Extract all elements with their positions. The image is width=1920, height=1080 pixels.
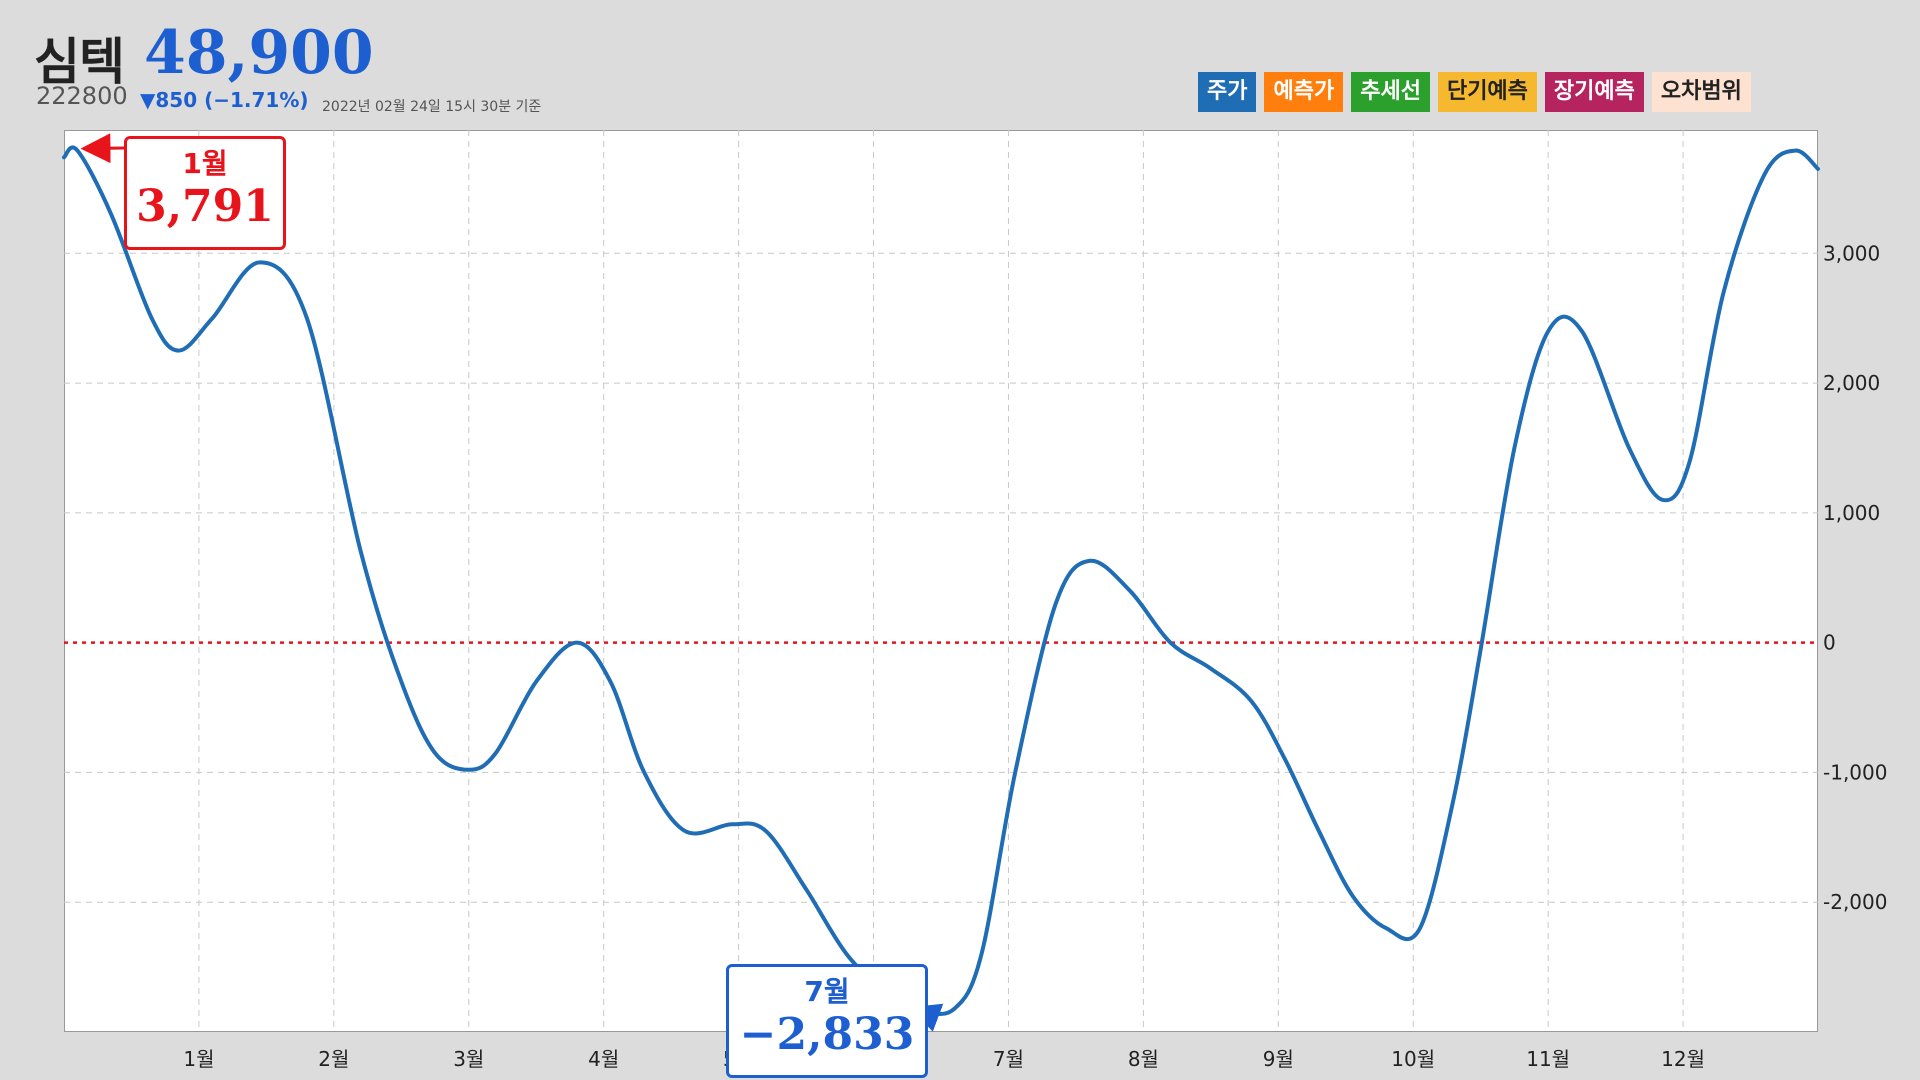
y-tick-label: 2,000 [1823,371,1880,395]
x-tick-label: 1월 [183,1047,214,1071]
x-tick-label: 10월 [1391,1047,1435,1071]
stock-price-series-line [62,145,1820,1016]
x-axis-labels: 1월2월3월4월5월6월7월8월9월10월11월12월 [183,1047,1705,1071]
max-value-callout: 1월 3,791 [124,136,286,250]
y-axis-labels: -2,000 -1,000 0 1,000 2,000 3,000 [1823,241,1887,914]
x-tick-label: 11월 [1526,1047,1570,1071]
min-value-callout: 7월 −2,833 [726,964,928,1078]
min-callout-value: −2,833 [739,1009,915,1060]
max-callout-month: 1월 [182,147,228,180]
x-tick-label: 3월 [453,1047,484,1071]
y-tick-label: 1,000 [1823,501,1880,525]
line-chart: 1월2월3월4월5월6월7월8월9월10월11월12월 -2,000-1,000… [62,130,1887,1071]
grid-lines [64,130,1818,1032]
x-tick-label: 12월 [1661,1047,1705,1071]
max-callout-arrow [80,133,125,164]
max-callout-value: 3,791 [136,181,274,232]
x-tick-label: 4월 [588,1047,619,1071]
y-tick-label: -1,000 [1823,760,1887,784]
min-callout-month: 7월 [804,975,850,1008]
y-tick-label: 0 [1823,631,1836,655]
x-tick-label: 8월 [1128,1047,1159,1071]
x-tick-label: 2월 [318,1047,349,1071]
x-tick-label: 7월 [993,1047,1024,1071]
y-tick-label: -2,000 [1823,890,1887,914]
y-tick-label: 3,000 [1823,241,1880,265]
series-layer [62,145,1820,1016]
x-tick-label: 9월 [1263,1047,1294,1071]
